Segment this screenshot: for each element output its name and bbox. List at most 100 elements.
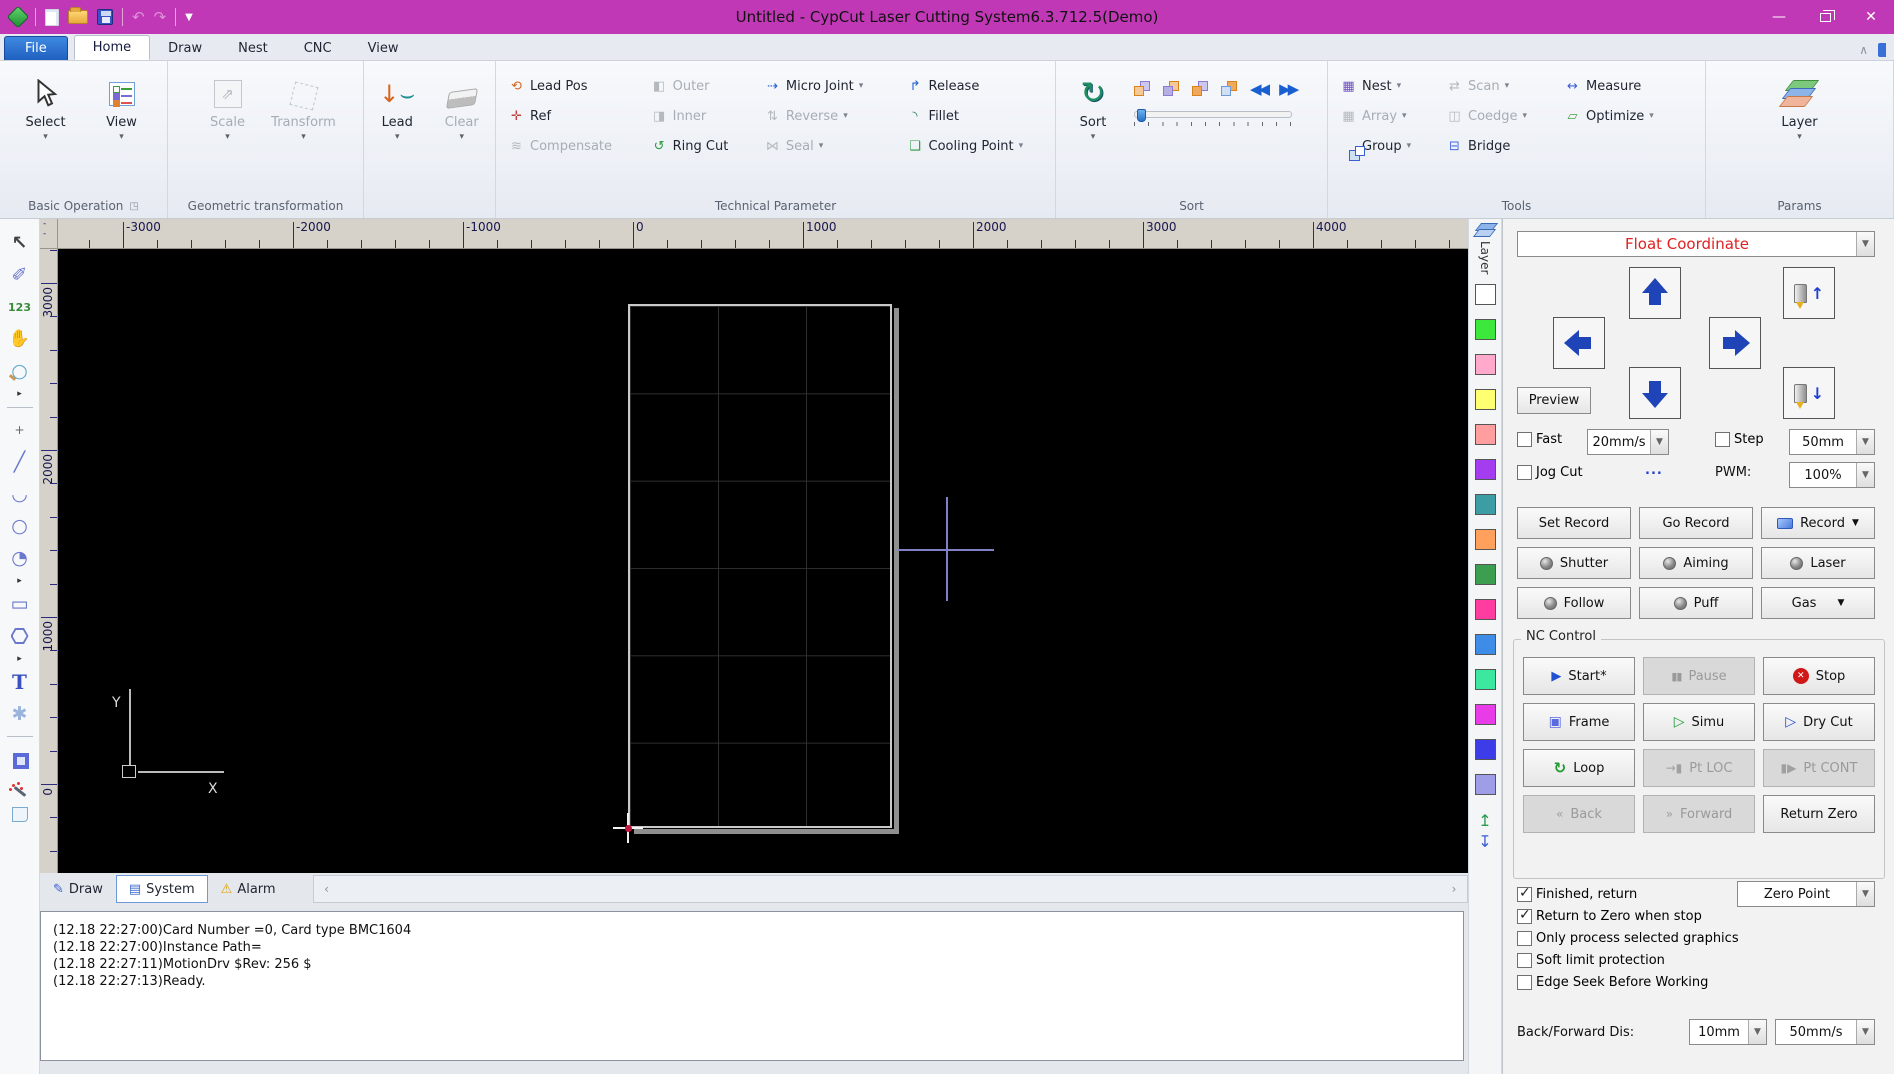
- seal-button[interactable]: ⋈ Seal ▾: [758, 131, 901, 161]
- quick-access-dropdown-icon[interactable]: ▼: [185, 12, 193, 23]
- horizontal-scrollbar[interactable]: ‹ ›: [312, 875, 1468, 903]
- layer-color-swatch[interactable]: [1474, 599, 1496, 621]
- flyout-arrow-icon[interactable]: ▸: [0, 387, 39, 401]
- step-distance-select[interactable]: 50mm ▼: [1789, 429, 1875, 455]
- sequence-tool-icon[interactable]: 123: [0, 291, 39, 323]
- sort-order-icon[interactable]: [1221, 81, 1238, 97]
- layer-color-swatch[interactable]: [1474, 354, 1496, 376]
- simu-button[interactable]: ▷ Simu: [1643, 703, 1755, 741]
- layer-color-swatch[interactable]: [1474, 704, 1496, 726]
- record-dropdown-button[interactable]: Record ▼: [1761, 507, 1875, 539]
- circle-tool-icon[interactable]: ○: [0, 510, 39, 542]
- fillet-button[interactable]: ◝ Fillet: [901, 101, 1049, 131]
- text-tool-icon[interactable]: T: [0, 666, 39, 698]
- layer-color-swatch[interactable]: [1474, 634, 1496, 656]
- bridge-button[interactable]: ⊟ Bridge: [1440, 131, 1558, 161]
- compensate-button[interactable]: ≋ Compensate: [502, 131, 645, 161]
- coedge-button[interactable]: ◫ Coedge ▾: [1440, 101, 1558, 131]
- cooling-point-button[interactable]: ❑ Cooling Point ▾: [901, 131, 1049, 161]
- step-checkbox[interactable]: [1715, 432, 1730, 447]
- layer-color-swatch[interactable]: [1474, 389, 1496, 411]
- loop-button[interactable]: ↻ Loop: [1523, 749, 1635, 787]
- open-file-icon[interactable]: [68, 7, 88, 24]
- shutter-button[interactable]: Shutter: [1517, 547, 1631, 579]
- slider-thumb[interactable]: [1137, 109, 1146, 122]
- tab-system-log[interactable]: ▤ System: [115, 875, 208, 903]
- scroll-right-icon[interactable]: ›: [1441, 876, 1467, 902]
- pan-tool-icon[interactable]: ✋: [0, 323, 39, 355]
- layer-color-swatch[interactable]: [1474, 739, 1496, 761]
- transform-button[interactable]: Transform ▾: [271, 67, 336, 142]
- sort-order-icon[interactable]: [1163, 81, 1180, 97]
- flyout-arrow-icon[interactable]: ▸: [0, 652, 39, 666]
- jog-cut-checkbox[interactable]: [1517, 465, 1532, 480]
- outer-button[interactable]: ◧ Outer: [645, 71, 758, 101]
- jog-cut-more-link[interactable]: ...: [1645, 463, 1663, 478]
- layer-color-swatch[interactable]: [1474, 564, 1496, 586]
- scroll-track[interactable]: [340, 876, 1441, 902]
- optimize-wand-icon[interactable]: [0, 775, 39, 807]
- pie-tool-icon[interactable]: ◔: [0, 542, 39, 574]
- lead-button[interactable]: ↓⌣ Lead ▾: [370, 67, 425, 142]
- preview-button[interactable]: Preview: [1517, 387, 1591, 414]
- redo-icon[interactable]: ↷: [154, 9, 167, 25]
- back-forward-distance-select[interactable]: 10mm ▼: [1689, 1019, 1767, 1045]
- return-zero-when-stop-checkbox[interactable]: [1517, 907, 1532, 924]
- start-button[interactable]: ▶ Start*: [1523, 657, 1635, 695]
- sort-slider[interactable]: [1134, 109, 1292, 127]
- laser-button[interactable]: Laser: [1761, 547, 1875, 579]
- move-layer-top-icon[interactable]: ↥: [1478, 811, 1491, 830]
- frame-button[interactable]: ▣ Frame: [1523, 703, 1635, 741]
- tab-alarm-log[interactable]: ⚠ Alarm: [208, 875, 289, 903]
- sort-order-icon[interactable]: [1134, 81, 1151, 97]
- close-button[interactable]: ✕: [1848, 0, 1894, 34]
- select-tool-icon[interactable]: ↖: [0, 227, 39, 259]
- sort-button[interactable]: ↻ Sort ▾: [1062, 67, 1124, 143]
- drawing-canvas[interactable]: Y X: [58, 249, 1468, 873]
- layer-color-swatch[interactable]: [1474, 459, 1496, 481]
- ref-button[interactable]: ✛ Ref: [502, 101, 645, 131]
- view-button[interactable]: View ▾: [91, 67, 153, 142]
- pause-button[interactable]: ▮▮ Pause: [1643, 657, 1755, 695]
- scroll-left-icon[interactable]: ‹: [314, 876, 340, 902]
- jog-down-button[interactable]: [1629, 367, 1681, 419]
- tab-file[interactable]: File: [4, 36, 68, 60]
- new-file-icon[interactable]: [45, 8, 59, 26]
- layer-color-swatch[interactable]: [1474, 494, 1496, 516]
- pwm-select[interactable]: 100% ▼: [1789, 462, 1875, 488]
- reverse-button[interactable]: ⇅ Reverse ▾: [758, 101, 901, 131]
- dry-cut-button[interactable]: ▷ Dry Cut: [1763, 703, 1875, 741]
- return-zero-button[interactable]: Return Zero: [1763, 795, 1875, 833]
- back-forward-speed-select[interactable]: 50mm/s ▼: [1775, 1019, 1875, 1045]
- finished-return-checkbox[interactable]: [1517, 885, 1532, 902]
- nest-button[interactable]: ▦ Nest ▾: [1334, 71, 1440, 101]
- fast-checkbox[interactable]: [1517, 432, 1532, 447]
- release-button[interactable]: ↱ Release: [901, 71, 1049, 101]
- jog-left-button[interactable]: [1553, 317, 1605, 369]
- forward-button[interactable]: » Forward: [1643, 795, 1755, 833]
- clear-button[interactable]: Clear ▾: [435, 67, 490, 142]
- return-target-select[interactable]: Zero Point ▼: [1737, 881, 1875, 907]
- soft-limit-checkbox[interactable]: [1517, 953, 1532, 968]
- next-fast-icon[interactable]: ▶▶: [1279, 80, 1299, 98]
- jog-up-button[interactable]: [1629, 267, 1681, 319]
- pt-loc-button[interactable]: →▮ Pt LOC: [1643, 749, 1755, 787]
- go-record-button[interactable]: Go Record: [1639, 507, 1753, 539]
- line-tool-icon[interactable]: ╱: [0, 446, 39, 478]
- layer-color-swatch[interactable]: [1474, 774, 1496, 796]
- point-tool-icon[interactable]: +: [0, 414, 39, 446]
- tab-view[interactable]: View: [350, 37, 417, 60]
- restore-button[interactable]: [1802, 0, 1848, 34]
- dialog-launcher-icon[interactable]: ◳: [129, 201, 138, 212]
- save-icon[interactable]: [97, 9, 113, 25]
- scale-button[interactable]: ⇗ Scale ▾: [197, 67, 259, 142]
- undo-icon[interactable]: ↶: [132, 9, 145, 25]
- inner-button[interactable]: ◨ Inner: [645, 101, 758, 131]
- zoom-tool-icon[interactable]: ○: [0, 355, 39, 387]
- lead-pos-button[interactable]: ⟲ Lead Pos: [502, 71, 645, 101]
- polygon-tool-icon[interactable]: [0, 620, 39, 652]
- blank-page-icon[interactable]: [11, 807, 28, 822]
- nozzle-down-button[interactable]: ↓: [1783, 367, 1835, 419]
- tab-draw-log[interactable]: ✎ Draw: [40, 875, 116, 903]
- jog-right-button[interactable]: [1709, 317, 1761, 369]
